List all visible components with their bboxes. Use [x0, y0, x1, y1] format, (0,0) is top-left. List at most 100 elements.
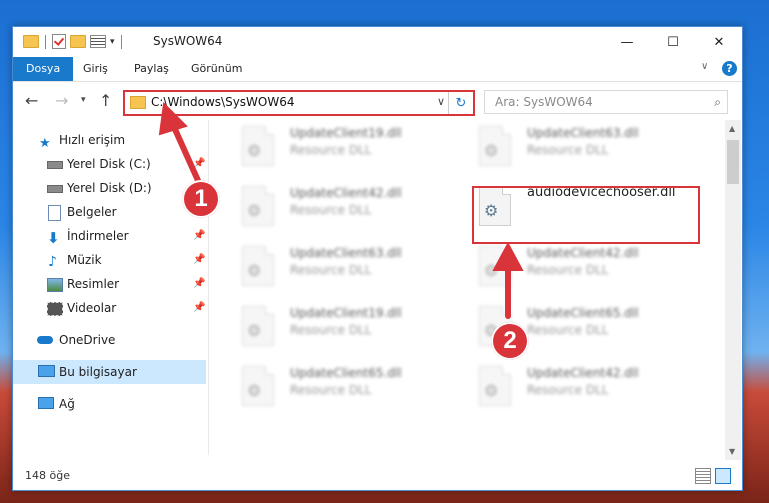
- sidebar-item-network[interactable]: Ağ: [13, 392, 206, 416]
- file-type: Resource DLL: [290, 383, 372, 397]
- pin-icon[interactable]: 📌: [193, 296, 205, 320]
- tab-file[interactable]: Dosya: [13, 57, 74, 81]
- pin-icon[interactable]: 📌: [193, 272, 205, 296]
- properties-check-icon[interactable]: [52, 34, 66, 49]
- tab-view[interactable]: Görünüm: [191, 57, 242, 81]
- file-list: ⚙ UpdateClient19.dll Resource DLL ⚙ Upda…: [219, 120, 724, 460]
- search-box[interactable]: Ara: SysWOW64 ⌕: [484, 90, 728, 114]
- sidebar-item-label: Yerel Disk (C:): [67, 157, 151, 171]
- pin-icon[interactable]: 📌: [193, 248, 205, 272]
- file-type: Resource DLL: [527, 323, 609, 337]
- search-input[interactable]: Ara: SysWOW64: [495, 95, 593, 109]
- help-icon[interactable]: ?: [722, 61, 737, 76]
- sidebar-item-label: Videolar: [67, 301, 117, 315]
- step-callout-2: 2: [491, 322, 529, 360]
- sidebar-item-videos[interactable]: Videolar 📌: [13, 296, 206, 320]
- network-icon: [38, 397, 54, 409]
- recent-locations-chevron-icon[interactable]: ▾: [81, 95, 86, 105]
- scrollbar-thumb[interactable]: [727, 140, 739, 184]
- computer-icon: [38, 365, 55, 377]
- sidebar-item-documents[interactable]: Belgeler: [13, 200, 206, 224]
- file-name: UpdateClient63.dll: [527, 126, 639, 140]
- file-item[interactable]: ⚙ UpdateClient42.dll Resource DLL: [471, 362, 701, 410]
- sidebar-item-label: Müzik: [67, 253, 102, 267]
- sidebar-item-label: İndirmeler: [67, 229, 129, 243]
- file-name: UpdateClient42.dll: [527, 246, 639, 260]
- sidebar-item-quick-access[interactable]: ★ Hızlı erişim: [13, 128, 206, 152]
- file-item[interactable]: ⚙ UpdateClient63.dll Resource DLL: [471, 122, 701, 170]
- file-name: UpdateClient19.dll: [290, 306, 402, 320]
- documents-icon: [48, 205, 61, 221]
- pane-divider[interactable]: [208, 120, 209, 455]
- customize-toolbar-chevron-icon[interactable]: ▾: [110, 37, 115, 47]
- music-icon: ♪: [48, 254, 57, 270]
- file-name: UpdateClient65.dll: [527, 306, 639, 320]
- explorer-window: ▾ SysWOW64 — ☐ ✕ Dosya Giriş Paylaş Görü…: [12, 26, 743, 491]
- window-title: SysWOW64: [153, 34, 223, 48]
- dll-file-icon: ⚙: [479, 366, 511, 406]
- scroll-down-icon[interactable]: ▼: [729, 447, 735, 456]
- close-button[interactable]: ✕: [696, 27, 742, 57]
- video-icon: [47, 302, 63, 316]
- sidebar-item-local-disk-c[interactable]: Yerel Disk (C:) 📌: [13, 152, 206, 176]
- tab-home[interactable]: Giriş: [83, 57, 108, 81]
- up-arrow-icon[interactable]: ↑: [99, 91, 112, 110]
- toolbar-divider: [120, 34, 122, 49]
- quick-access-toolbar: ▾: [23, 34, 124, 49]
- details-view-icon[interactable]: [695, 468, 711, 484]
- file-item[interactable]: ⚙ UpdateClient63.dll Resource DLL: [234, 242, 464, 290]
- expand-ribbon-chevron-icon[interactable]: ∨: [701, 61, 708, 72]
- large-icons-view-icon[interactable]: [715, 468, 731, 484]
- tab-share[interactable]: Paylaş: [134, 57, 169, 81]
- file-item[interactable]: ⚙ UpdateClient19.dll Resource DLL: [234, 122, 464, 170]
- file-type: Resource DLL: [527, 383, 609, 397]
- folder-icon[interactable]: [23, 35, 39, 48]
- sidebar-item-downloads[interactable]: ⬇ İndirmeler 📌: [13, 224, 206, 248]
- sidebar-item-onedrive[interactable]: OneDrive: [13, 328, 206, 352]
- file-name: UpdateClient65.dll: [290, 366, 402, 380]
- dll-file-icon: ⚙: [242, 306, 274, 346]
- dll-file-icon: ⚙: [242, 186, 274, 226]
- sidebar-item-this-pc[interactable]: Bu bilgisayar: [13, 360, 206, 384]
- address-bar[interactable]: C:\Windows\SysWOW64 ∨ ↻: [123, 90, 475, 116]
- vertical-scrollbar[interactable]: ▲ ▼: [725, 120, 741, 460]
- search-icon[interactable]: ⌕: [714, 95, 721, 110]
- address-path[interactable]: C:\Windows\SysWOW64: [151, 95, 295, 109]
- file-item[interactable]: ⚙ UpdateClient65.dll Resource DLL: [234, 362, 464, 410]
- file-type: Resource DLL: [290, 263, 372, 277]
- sidebar-item-label: Yerel Disk (D:): [67, 181, 152, 195]
- file-name: UpdateClient19.dll: [290, 126, 402, 140]
- file-name: UpdateClient42.dll: [527, 366, 639, 380]
- sidebar-item-music[interactable]: ♪ Müzik 📌: [13, 248, 206, 272]
- file-item[interactable]: ⚙ UpdateClient42.dll Resource DLL: [471, 242, 701, 290]
- navigation-pane: ★ Hızlı erişim Yerel Disk (C:) 📌 Yerel D…: [13, 124, 206, 454]
- sidebar-item-local-disk-d[interactable]: Yerel Disk (D:): [13, 176, 206, 200]
- forward-arrow-icon[interactable]: →: [55, 91, 68, 110]
- sidebar-item-pictures[interactable]: Resimler 📌: [13, 272, 206, 296]
- drive-icon: [47, 161, 63, 169]
- new-folder-icon[interactable]: [70, 35, 86, 48]
- file-type: Resource DLL: [527, 143, 609, 157]
- file-highlight-box: [472, 186, 700, 244]
- minimize-button[interactable]: —: [604, 27, 650, 57]
- maximize-button[interactable]: ☐: [650, 27, 696, 57]
- file-type: Resource DLL: [290, 203, 372, 217]
- sidebar-item-label: Hızlı erişim: [59, 133, 126, 147]
- file-type: Resource DLL: [290, 323, 372, 337]
- sidebar-item-label: OneDrive: [59, 333, 116, 347]
- star-icon: ★: [39, 136, 51, 151]
- address-history-chevron-icon[interactable]: ∨: [437, 95, 445, 108]
- folder-icon: [130, 96, 146, 109]
- status-bar: 148 öğe: [13, 462, 742, 490]
- dll-file-icon: ⚙: [242, 126, 274, 166]
- file-item[interactable]: ⚙ UpdateClient42.dll Resource DLL: [234, 182, 464, 230]
- file-item[interactable]: ⚙ UpdateClient19.dll Resource DLL: [234, 302, 464, 350]
- scroll-up-icon[interactable]: ▲: [729, 124, 735, 133]
- pin-icon[interactable]: 📌: [193, 224, 205, 248]
- dll-file-icon: ⚙: [242, 246, 274, 286]
- refresh-icon[interactable]: ↻: [448, 92, 473, 114]
- back-arrow-icon[interactable]: ←: [25, 91, 38, 110]
- view-options-icon[interactable]: [90, 35, 106, 48]
- pin-icon[interactable]: 📌: [193, 152, 205, 176]
- drive-icon: [47, 185, 63, 193]
